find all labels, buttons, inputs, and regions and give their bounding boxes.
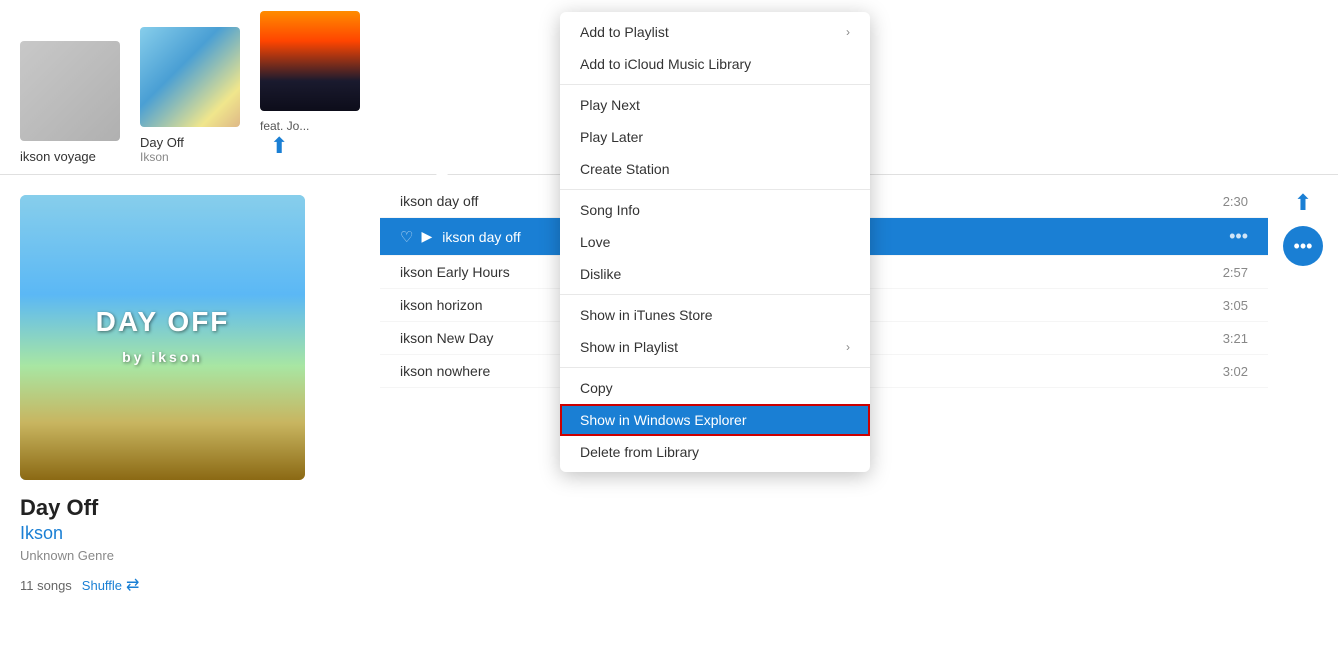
voyage-title: ikson voyage	[20, 149, 96, 164]
menu-item-copy[interactable]: Copy	[560, 372, 870, 404]
album-artist-large[interactable]: Ikson	[20, 523, 360, 544]
album-thumb-voyage	[20, 41, 120, 141]
album-detail-panel: DAY OFFby ikson Day Off Ikson Unknown Ge…	[0, 175, 380, 646]
more-options-icon[interactable]: •••	[1229, 226, 1248, 247]
right-icons-panel: ⬆ •••	[1268, 175, 1338, 646]
download-icon-side[interactable]: ⬆	[1294, 190, 1312, 216]
cityscape-label: feat. Jo...	[260, 119, 309, 133]
menu-item-song-info-label: Song Info	[580, 202, 640, 218]
context-menu-section-2: Play Next Play Later Create Station	[560, 85, 870, 190]
menu-item-copy-label: Copy	[580, 380, 613, 396]
menu-item-show-in-explorer-label: Show in Windows Explorer	[580, 412, 747, 428]
heart-icon-active[interactable]: ♡	[400, 228, 413, 246]
menu-item-dislike-label: Dislike	[580, 266, 621, 282]
menu-item-show-in-itunes-label: Show in iTunes Store	[580, 307, 713, 323]
menu-item-delete-from-library[interactable]: Delete from Library	[560, 436, 870, 468]
context-menu: Add to Playlist › Add to iCloud Music Li…	[560, 12, 870, 472]
album-thumb-dayoff-top	[140, 27, 240, 127]
menu-item-play-later[interactable]: Play Later	[560, 121, 870, 153]
album-cover-large: DAY OFFby ikson	[20, 195, 305, 480]
context-menu-section-4: Show in iTunes Store Show in Playlist ›	[560, 295, 870, 368]
menu-item-add-to-icloud-label: Add to iCloud Music Library	[580, 56, 751, 72]
chevron-icon: ›	[846, 25, 850, 39]
album-card-dayoff-top[interactable]: Day Off Ikson	[140, 27, 240, 164]
menu-item-play-next[interactable]: Play Next	[560, 89, 870, 121]
album-genre: Unknown Genre	[20, 548, 360, 563]
menu-item-delete-label: Delete from Library	[580, 444, 699, 460]
menu-item-love-label: Love	[580, 234, 610, 250]
menu-item-show-in-playlist[interactable]: Show in Playlist ›	[560, 331, 870, 363]
album-card-voyage[interactable]: ikson voyage	[20, 41, 120, 164]
dayoff-top-title: Day Off	[140, 135, 184, 150]
menu-item-love[interactable]: Love	[560, 226, 870, 258]
more-options-button[interactable]: •••	[1283, 226, 1323, 266]
chevron-icon-2: ›	[846, 340, 850, 354]
menu-item-dislike[interactable]: Dislike	[560, 258, 870, 290]
download-icon-top[interactable]: ⬆	[270, 133, 288, 159]
shuffle-button[interactable]: Shuffle ⇄	[82, 575, 140, 595]
song-duration-6: 3:02	[1223, 364, 1248, 379]
menu-item-add-to-icloud[interactable]: Add to iCloud Music Library	[560, 48, 870, 80]
menu-item-show-in-itunes[interactable]: Show in iTunes Store	[560, 299, 870, 331]
album-name-large: Day Off	[20, 495, 360, 521]
menu-item-create-station[interactable]: Create Station	[560, 153, 870, 185]
menu-item-add-to-playlist[interactable]: Add to Playlist ›	[560, 16, 870, 48]
menu-item-play-next-label: Play Next	[580, 97, 640, 113]
menu-pointer	[430, 168, 454, 182]
album-cover-text: DAY OFFby ikson	[96, 307, 230, 369]
context-menu-section-1: Add to Playlist › Add to iCloud Music Li…	[560, 12, 870, 85]
menu-item-show-in-explorer[interactable]: Show in Windows Explorer	[560, 404, 870, 436]
song-duration-5: 3:21	[1223, 331, 1248, 346]
song-duration-4: 3:05	[1223, 298, 1248, 313]
album-card-cityscape[interactable]: feat. Jo... ⬆	[260, 11, 360, 164]
dayoff-top-artist: Ikson	[140, 150, 169, 164]
play-icon-active[interactable]: ▶	[421, 228, 432, 245]
shuffle-icon: ⇄	[126, 575, 139, 595]
context-menu-section-5: Copy Show in Windows Explorer Delete fro…	[560, 368, 870, 472]
context-menu-section-3: Song Info Love Dislike	[560, 190, 870, 295]
menu-item-show-in-playlist-label: Show in Playlist	[580, 339, 678, 355]
album-meta-row: 11 songs Shuffle ⇄	[20, 575, 360, 595]
song-duration-1: 2:30	[1223, 194, 1248, 209]
shuffle-label: Shuffle	[82, 578, 122, 593]
album-info: Day Off Ikson Unknown Genre 11 songs Shu…	[20, 495, 360, 603]
menu-item-play-later-label: Play Later	[580, 129, 643, 145]
ellipsis-icon: •••	[1294, 236, 1313, 257]
menu-item-create-station-label: Create Station	[580, 161, 670, 177]
album-thumb-cityscape	[260, 11, 360, 111]
song-duration-3: 2:57	[1223, 265, 1248, 280]
songs-count: 11 songs	[20, 578, 72, 593]
menu-item-song-info[interactable]: Song Info	[560, 194, 870, 226]
menu-item-add-to-playlist-label: Add to Playlist	[580, 24, 669, 40]
